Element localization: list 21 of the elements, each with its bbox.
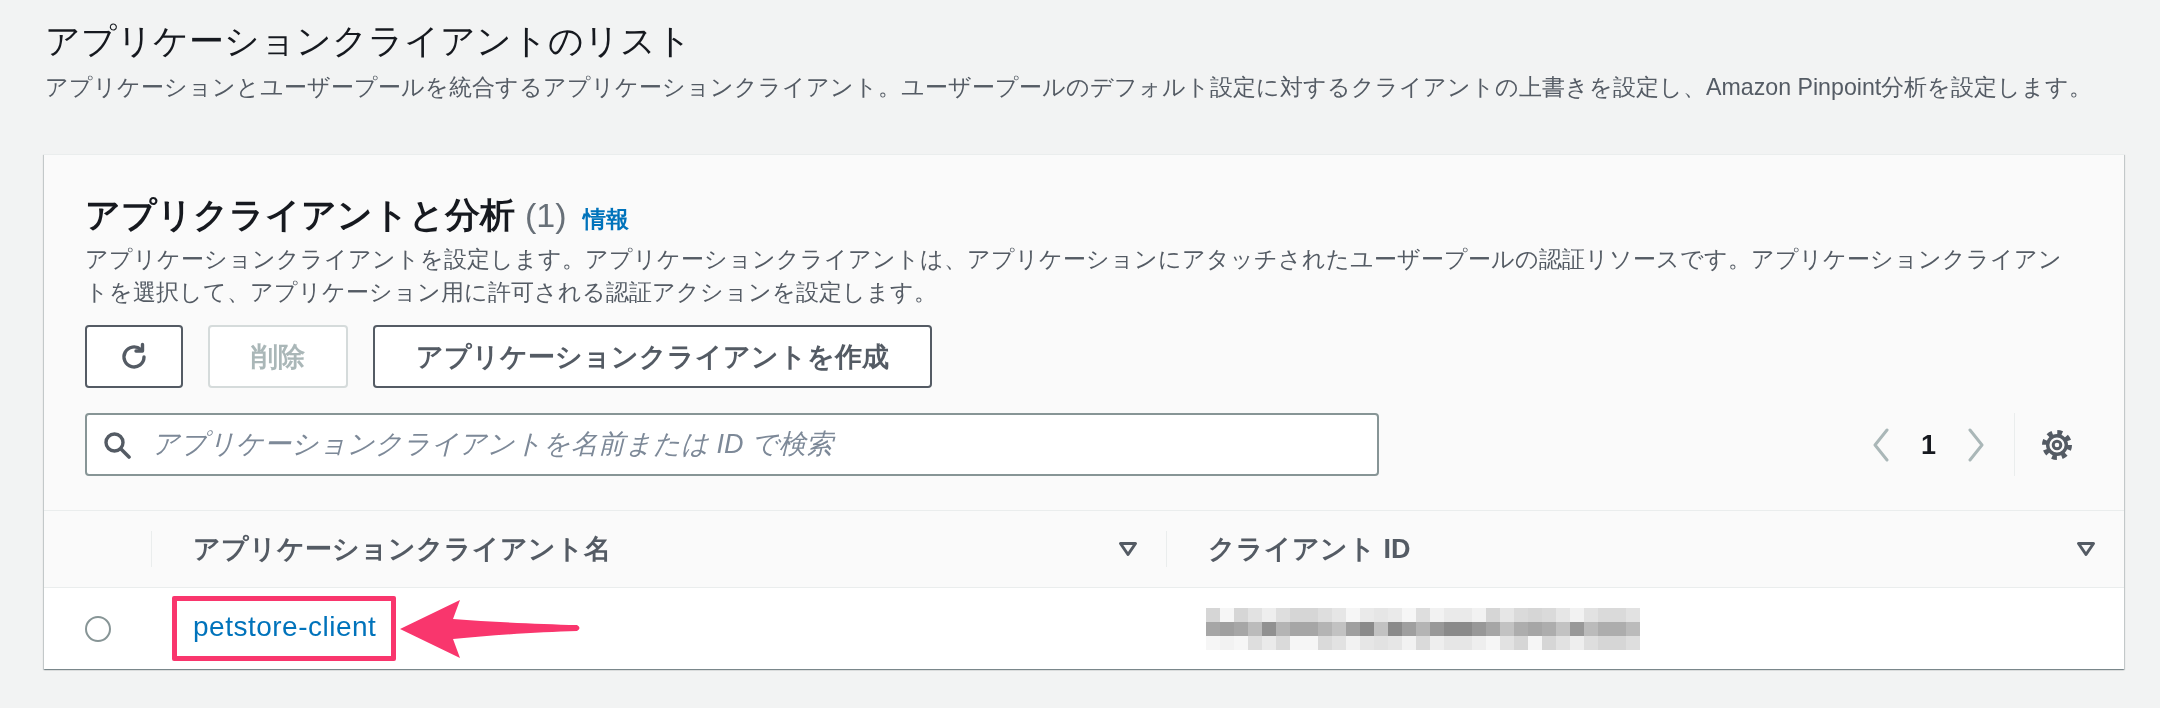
settings-button[interactable] <box>2041 428 2073 461</box>
panel-description: アプリケーションクライアントを設定します。アプリケーションクライアントは、アプリケーションにアタッチされたユーザープールの認証リソースです。アプリケーションクライアントを選択して、アプリケーション用に許可される認証アクションを設定します。 <box>85 244 2063 307</box>
client-name-link[interactable]: petstore-client <box>193 610 377 642</box>
page-number-button[interactable]: 1 <box>1914 424 1942 465</box>
page-description: アプリケーションとユーザープールを統合するアプリケーションクライアント。ユーザープールのデフォルト設定に対するクライアントの上書きを設定し、Amazon Pinpoint分析を設定します。 <box>45 73 2094 102</box>
settings-icon <box>2041 428 2073 461</box>
column-header[interactable]: アプリケーションクライアント名 <box>193 531 1118 567</box>
panel-title: アプリクライアントと分析 <box>85 194 515 236</box>
sort-icon[interactable] <box>2076 541 2096 557</box>
sort-icon[interactable] <box>1118 541 1138 557</box>
search-icon <box>103 430 131 459</box>
create-button[interactable]: アプリケーションクライアントを作成 <box>373 325 932 388</box>
chevron-left-icon <box>1871 427 1890 462</box>
row-radio[interactable] <box>84 615 111 642</box>
info-link[interactable]: 情報 <box>582 204 629 235</box>
page-title: アプリケーションクライアントのリスト <box>45 21 693 61</box>
refresh-button[interactable] <box>85 325 183 388</box>
item-count: (1) <box>525 195 567 236</box>
column-header[interactable]: クライアント ID <box>1208 531 2076 567</box>
chevron-right-icon <box>1967 427 1985 462</box>
search-field[interactable]: アプリケーションクライアントを名前または ID で検索 <box>85 413 1379 476</box>
